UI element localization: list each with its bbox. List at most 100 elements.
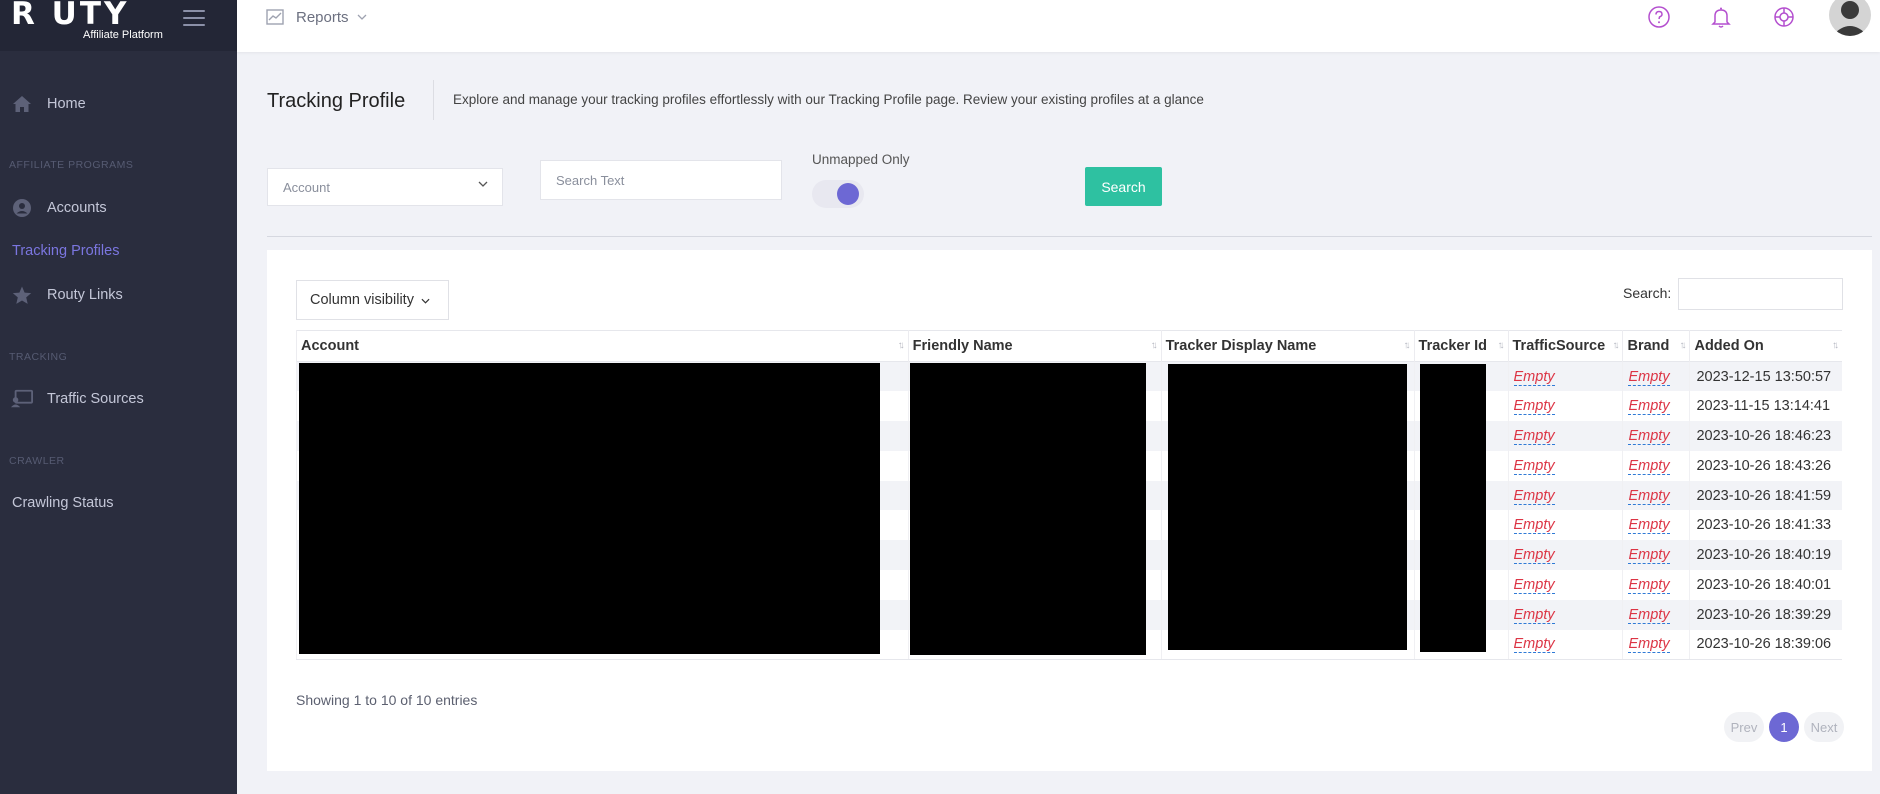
column-visibility-button[interactable]: Column visibility	[296, 280, 449, 320]
redacted-tracker-display-name-column	[1168, 364, 1407, 650]
editable-empty-link[interactable]: Empty	[1513, 457, 1555, 475]
cell-added-on: 2023-12-15 13:50:57	[1689, 361, 1842, 392]
cell-traffic-source[interactable]: Empty	[1507, 570, 1623, 600]
cell-brand[interactable]: Empty	[1622, 450, 1690, 481]
sort-icon: ↑↓	[1832, 340, 1839, 351]
sidebar-item-label: Traffic Sources	[47, 391, 144, 407]
section-label-crawler: CRAWLER	[9, 455, 65, 467]
chevron-down-icon	[357, 14, 366, 20]
account-select[interactable]: Account	[267, 168, 503, 206]
cell-traffic-source[interactable]: Empty	[1507, 480, 1623, 511]
editable-empty-link[interactable]: Empty	[1628, 576, 1670, 594]
avatar[interactable]	[1829, 0, 1871, 36]
col-header-tracker-display-name[interactable]: Tracker Display Name ↑↓	[1160, 330, 1415, 362]
user-circle-icon	[11, 198, 33, 218]
cell-brand[interactable]: Empty	[1622, 599, 1690, 630]
cell-traffic-source[interactable]: Empty	[1507, 540, 1623, 571]
logo[interactable]: R UTY Affiliate Platform	[0, 0, 237, 51]
search-button[interactable]: Search	[1085, 167, 1162, 206]
sidebar-item-label: Tracking Profiles	[12, 243, 120, 259]
cell-traffic-source[interactable]: Empty	[1507, 450, 1623, 481]
sort-icon: ↑↓	[1612, 340, 1619, 351]
col-header-friendly-name[interactable]: Friendly Name ↑↓	[907, 330, 1162, 362]
sort-icon: ↑↓	[1497, 340, 1505, 351]
col-header-traffic-source[interactable]: TrafficSource ↑↓	[1507, 330, 1623, 362]
lifebuoy-icon[interactable]	[1772, 5, 1796, 29]
cell-traffic-source[interactable]: Empty	[1507, 391, 1623, 422]
editable-empty-link[interactable]: Empty	[1513, 606, 1555, 624]
section-label-affiliate: AFFILIATE PROGRAMS	[9, 159, 134, 171]
page-title: Tracking Profile	[267, 90, 406, 112]
cell-added-on: 2023-10-26 18:41:59	[1689, 480, 1842, 511]
editable-empty-link[interactable]: Empty	[1513, 398, 1555, 416]
cell-added-on: 2023-10-26 18:43:26	[1689, 450, 1842, 481]
cell-traffic-source[interactable]: Empty	[1507, 629, 1623, 660]
unmapped-only-toggle[interactable]	[812, 180, 864, 208]
cell-added-on: 2023-10-26 18:46:23	[1689, 421, 1842, 451]
section-label-tracking: TRACKING	[9, 351, 68, 363]
pagination-page-1[interactable]: 1	[1769, 712, 1799, 742]
col-header-account[interactable]: Account ↑↓	[296, 330, 909, 362]
sort-icon: ↑↓	[1403, 340, 1411, 351]
editable-empty-link[interactable]: Empty	[1628, 368, 1670, 386]
cell-traffic-source[interactable]: Empty	[1507, 361, 1623, 392]
cell-brand[interactable]: Empty	[1622, 480, 1690, 511]
redacted-tracker-id-column	[1420, 364, 1486, 652]
editable-empty-link[interactable]: Empty	[1513, 368, 1555, 386]
home-icon	[11, 94, 33, 114]
editable-empty-link[interactable]: Empty	[1628, 606, 1670, 624]
editable-empty-link[interactable]: Empty	[1513, 487, 1555, 505]
unmapped-only-label: Unmapped Only	[812, 152, 910, 167]
editable-empty-link[interactable]: Empty	[1513, 427, 1555, 445]
editable-empty-link[interactable]: Empty	[1628, 398, 1670, 416]
cell-brand[interactable]: Empty	[1622, 391, 1690, 422]
reports-label: Reports	[296, 8, 349, 26]
chevron-down-icon	[478, 181, 488, 187]
editable-empty-link[interactable]: Empty	[1628, 547, 1670, 565]
sidebar-item-label: Crawling Status	[12, 495, 114, 511]
page-description: Explore and manage your tracking profile…	[453, 92, 1204, 107]
col-header-brand[interactable]: Brand ↑↓	[1622, 330, 1690, 362]
table-card: Column visibility Search: Account ↑↓ Frie…	[267, 250, 1872, 771]
sidebar-item-label: Accounts	[47, 200, 107, 216]
reports-menu[interactable]: Reports	[266, 6, 367, 28]
pagination-prev[interactable]: Prev	[1724, 712, 1764, 742]
bell-icon[interactable]	[1709, 5, 1733, 29]
cell-added-on: 2023-10-26 18:40:01	[1689, 570, 1842, 600]
question-circle-icon[interactable]	[1647, 5, 1671, 29]
sort-icon: ↑↓	[1679, 340, 1686, 351]
cell-brand[interactable]: Empty	[1622, 361, 1690, 392]
menu-toggle-icon[interactable]	[183, 10, 205, 26]
cell-brand[interactable]: Empty	[1622, 510, 1690, 541]
cell-brand[interactable]: Empty	[1622, 421, 1690, 451]
editable-empty-link[interactable]: Empty	[1628, 457, 1670, 475]
editable-empty-link[interactable]: Empty	[1628, 636, 1670, 654]
editable-empty-link[interactable]: Empty	[1628, 427, 1670, 445]
table-info: Showing 1 to 10 of 10 entries	[296, 692, 478, 708]
pagination-next[interactable]: Next	[1804, 712, 1844, 742]
cell-traffic-source[interactable]: Empty	[1507, 510, 1623, 541]
col-header-tracker-id[interactable]: Tracker Id ↑↓	[1413, 330, 1508, 362]
chevron-down-icon	[421, 298, 430, 304]
cell-traffic-source[interactable]: Empty	[1507, 599, 1623, 630]
editable-empty-link[interactable]: Empty	[1628, 517, 1670, 535]
cell-brand[interactable]: Empty	[1622, 540, 1690, 571]
cell-brand[interactable]: Empty	[1622, 570, 1690, 600]
editable-empty-link[interactable]: Empty	[1513, 517, 1555, 535]
cell-added-on: 2023-10-26 18:40:19	[1689, 540, 1842, 571]
sidebar: R UTY Affiliate Platform Home AFFILIATE …	[0, 0, 237, 794]
monitor-users-icon	[11, 389, 33, 409]
editable-empty-link[interactable]: Empty	[1513, 636, 1555, 654]
editable-empty-link[interactable]: Empty	[1513, 547, 1555, 565]
col-header-added-on[interactable]: Added On ↑↓	[1689, 330, 1842, 362]
redacted-account-column	[299, 363, 880, 654]
search-text-input[interactable]	[540, 160, 782, 200]
editable-empty-link[interactable]: Empty	[1513, 576, 1555, 594]
redacted-friendly-name-column	[910, 363, 1146, 655]
cell-brand[interactable]: Empty	[1622, 629, 1690, 660]
sidebar-item-label: Routy Links	[47, 287, 123, 303]
editable-empty-link[interactable]: Empty	[1628, 487, 1670, 505]
table-search-input[interactable]	[1678, 278, 1843, 310]
account-select-value: Account	[283, 179, 330, 195]
cell-traffic-source[interactable]: Empty	[1507, 421, 1623, 451]
